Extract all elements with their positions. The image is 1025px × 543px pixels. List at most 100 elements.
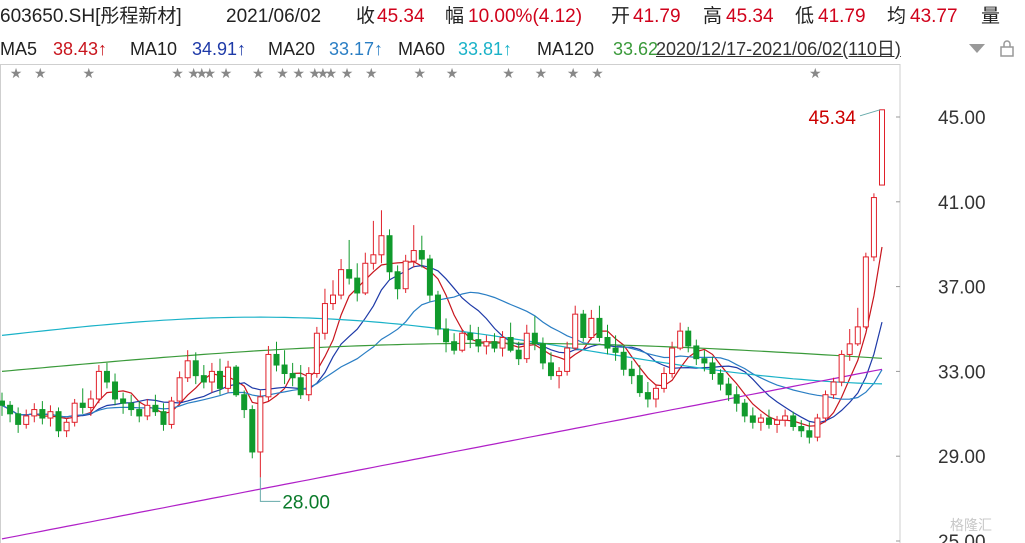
open-value: 41.79 xyxy=(633,6,681,27)
candle-body xyxy=(362,262,369,294)
candle-body xyxy=(765,417,772,425)
event-star-icon: ★ xyxy=(292,65,305,81)
candle-body xyxy=(757,417,764,423)
ma120-line xyxy=(1,342,883,372)
candle-body xyxy=(677,330,684,349)
candle-body xyxy=(547,362,554,377)
change-label: 幅 xyxy=(445,6,465,27)
candle-body xyxy=(846,343,853,355)
candle-body xyxy=(636,375,643,394)
ma10-label: MA10 xyxy=(130,39,178,59)
quote-date: 2021/06/02 xyxy=(226,6,322,27)
event-star-icon: ★ xyxy=(204,65,217,81)
candle-body xyxy=(321,303,328,334)
candle-body xyxy=(604,336,611,349)
y-tick-label: 41.00 xyxy=(938,193,986,214)
candle-body xyxy=(378,235,385,256)
ma5-line xyxy=(1,246,883,427)
candle-body xyxy=(160,411,167,425)
candle-body xyxy=(79,402,86,408)
candle-body xyxy=(822,394,829,419)
candle-body xyxy=(0,400,5,406)
ma60-value: 33.81↑ xyxy=(458,39,513,59)
candle-body xyxy=(451,341,458,351)
event-star-icon: ★ xyxy=(252,65,265,81)
candle-body xyxy=(539,343,546,364)
candle-body xyxy=(652,387,659,400)
candle-body xyxy=(95,370,102,400)
ma60-label: MA60 xyxy=(398,39,446,59)
candle-body xyxy=(830,381,837,396)
y-tick-label: 29.00 xyxy=(938,447,986,468)
watermark: 格隆汇 xyxy=(950,517,992,533)
candle-body xyxy=(249,409,256,453)
event-star-icon: ★ xyxy=(325,65,338,81)
event-star-icon: ★ xyxy=(446,65,459,81)
candle-body xyxy=(63,421,70,432)
candle-body xyxy=(39,409,46,419)
event-star-icon: ★ xyxy=(591,65,604,81)
candle-body xyxy=(216,370,223,389)
ma5-label: MA5 xyxy=(0,39,38,59)
candle-body xyxy=(346,269,353,279)
plot-frame xyxy=(0,64,901,543)
date-range[interactable]: 2020/12/17-2021/06/02(110日) xyxy=(656,34,901,64)
candle-body xyxy=(103,370,110,383)
candle-body xyxy=(580,313,587,338)
candle-body xyxy=(661,373,668,389)
candle-body xyxy=(233,366,240,396)
candle-body xyxy=(862,256,869,328)
event-star-icon: ★ xyxy=(171,65,184,81)
candle-body xyxy=(814,417,821,438)
candle-body xyxy=(176,377,183,402)
candle-body xyxy=(733,394,740,404)
candle-body xyxy=(418,250,425,260)
volume-label: 量 xyxy=(981,6,1001,27)
candle-body xyxy=(257,396,264,453)
candle-body xyxy=(281,364,288,375)
candle-body xyxy=(305,373,312,396)
event-star-icon: ★ xyxy=(276,65,289,81)
low-annotation: 28.00 xyxy=(282,492,330,513)
low-label: 低 xyxy=(795,6,815,27)
candle-body xyxy=(467,332,474,341)
ma-indicator-bar: MA5 38.43↑ MA10 34.91↑ MA20 33.17↑ MA60 … xyxy=(0,34,1025,64)
candle-body xyxy=(596,317,603,338)
candle-body xyxy=(491,341,498,349)
candle-body xyxy=(620,351,627,370)
candle-body xyxy=(443,328,450,343)
ma10-value: 34.91↑ xyxy=(192,39,247,59)
candle-body xyxy=(507,336,514,351)
candle-body xyxy=(87,398,94,408)
candle-body xyxy=(523,332,530,360)
candle-body xyxy=(394,271,401,290)
candle-body xyxy=(564,347,571,372)
candle-body xyxy=(838,353,845,383)
candle-body xyxy=(459,332,466,351)
candle-body xyxy=(7,404,14,415)
high-annotation: 45.34 xyxy=(808,108,856,129)
candle-body xyxy=(273,353,280,366)
high-value: 45.34 xyxy=(726,6,774,27)
lock-icon[interactable] xyxy=(997,39,1017,57)
candle-body xyxy=(120,398,127,404)
low-value: 41.79 xyxy=(818,6,866,27)
candle-body xyxy=(749,415,756,423)
candle-body xyxy=(330,294,337,305)
candle-body xyxy=(200,375,207,383)
close-value: 45.34 xyxy=(377,6,425,27)
low-pointer xyxy=(259,477,281,502)
event-star-icon: ★ xyxy=(34,65,47,81)
candle-body xyxy=(709,362,716,375)
candle-body xyxy=(168,400,175,425)
candle-body xyxy=(717,373,724,385)
ma20-label: MA20 xyxy=(268,39,316,59)
dropdown-arrow-icon[interactable] xyxy=(966,39,988,57)
event-star-icon: ★ xyxy=(502,65,515,81)
candle-body xyxy=(289,373,296,379)
open-label: 开 xyxy=(611,6,631,27)
event-star-icon: ★ xyxy=(10,65,23,81)
change-value: 10.00%(4.12) xyxy=(468,6,583,27)
event-star-icon: ★ xyxy=(567,65,580,81)
event-star-icon: ★ xyxy=(413,65,426,81)
